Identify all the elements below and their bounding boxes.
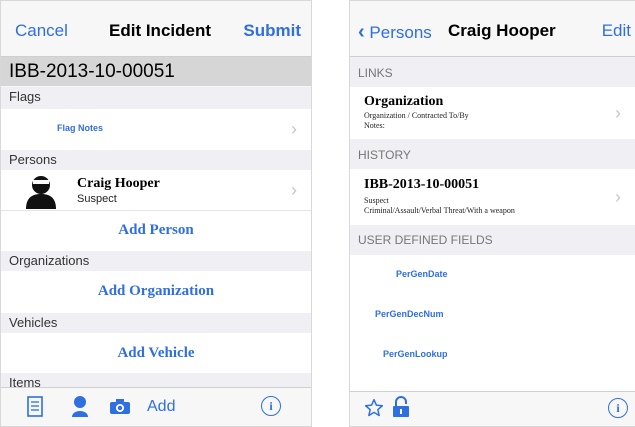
person-name: Craig Hooper: [77, 176, 160, 191]
person-icon[interactable]: [71, 395, 89, 422]
section-organizations: Organizations: [1, 251, 311, 271]
history-title: IBB-2013-10-00051: [364, 177, 480, 192]
add-person-button[interactable]: Add Person: [1, 222, 311, 239]
section-vehicles: Vehicles: [1, 313, 311, 333]
section-persons-label: Persons: [9, 152, 57, 167]
history-row[interactable]: IBB-2013-10-00051 Suspect Criminal/Assau…: [350, 169, 635, 225]
section-links: LINKS: [350, 57, 635, 87]
toolbar: i: [350, 391, 635, 426]
section-user-defined-fields: USER DEFINED FIELDS: [350, 225, 635, 255]
add-button[interactable]: Add: [147, 398, 175, 416]
star-icon[interactable]: [364, 398, 384, 423]
back-button[interactable]: ‹ Persons: [358, 21, 432, 44]
person-role: Suspect: [77, 193, 117, 205]
chevron-right-icon: ›: [291, 119, 297, 139]
person-detail-screen: ‹ Persons Craig Hooper Edit LINKS Organi…: [349, 0, 635, 427]
cancel-button[interactable]: Cancel: [15, 21, 68, 41]
section-flags: Flags: [1, 87, 311, 109]
nav-title: Edit Incident: [109, 21, 211, 40]
chevron-right-icon: ›: [615, 103, 621, 123]
flag-notes-link[interactable]: Flag Notes: [57, 123, 103, 133]
camera-icon[interactable]: [109, 398, 131, 420]
submit-button[interactable]: Submit: [243, 21, 301, 41]
history-line1: Suspect: [364, 196, 389, 205]
section-vehicles-label: Vehicles: [9, 315, 58, 330]
nav-bar: ‹ Persons Craig Hooper Edit: [350, 1, 635, 57]
info-icon[interactable]: i: [261, 396, 281, 416]
add-vehicle-row[interactable]: Add Vehicle: [1, 333, 311, 373]
chevron-right-icon: ›: [291, 180, 297, 200]
add-vehicle-button[interactable]: Add Vehicle: [1, 345, 311, 362]
organization-title: Organization: [364, 94, 444, 109]
toolbar: Add i: [1, 387, 311, 426]
section-udf-label: USER DEFINED FIELDS: [358, 233, 493, 247]
udf-list: PerGenDate PerGenDecNum PerGenLookup: [350, 255, 635, 405]
section-history-label: HISTORY: [358, 148, 411, 162]
incident-number-bar: IBB-2013-10-00051: [1, 57, 311, 86]
back-label: Persons: [369, 23, 432, 42]
chevron-right-icon: ›: [615, 187, 621, 207]
history-line2: Criminal/Assault/Verbal Threat/With a we…: [364, 206, 515, 215]
organization-line2: Notes:: [364, 121, 385, 130]
section-persons: Persons: [1, 150, 311, 170]
nav-bar: Cancel Edit Incident Submit: [1, 1, 311, 57]
flag-notes-row[interactable]: Flag Notes ›: [1, 109, 311, 150]
add-organization-row[interactable]: Add Organization: [1, 271, 311, 313]
document-icon[interactable]: [27, 396, 43, 422]
organization-row[interactable]: Organization Organization / Contracted T…: [350, 87, 635, 139]
section-history: HISTORY: [350, 139, 635, 169]
section-organizations-label: Organizations: [9, 253, 90, 268]
section-links-label: LINKS: [358, 66, 393, 80]
add-organization-button[interactable]: Add Organization: [1, 283, 311, 300]
nav-title: Craig Hooper: [448, 21, 556, 40]
person-row[interactable]: Craig Hooper Suspect ›: [1, 170, 311, 211]
incident-number: IBB-2013-10-00051: [9, 61, 175, 82]
udf-field-pergendate[interactable]: PerGenDate: [396, 269, 448, 279]
add-person-row[interactable]: Add Person: [1, 211, 311, 251]
info-icon[interactable]: i: [608, 398, 628, 418]
person-avatar-icon: [23, 173, 59, 209]
section-flags-label: Flags: [9, 89, 41, 104]
organization-line1: Organization / Contracted To/By: [364, 111, 469, 120]
udf-field-pergenlookup[interactable]: PerGenLookup: [383, 349, 448, 359]
chevron-left-icon: ‹: [358, 21, 365, 43]
edit-button[interactable]: Edit: [602, 21, 631, 41]
lock-icon[interactable]: [392, 396, 410, 423]
edit-incident-screen: Cancel Edit Incident Submit IBB-2013-10-…: [0, 0, 312, 427]
udf-field-pergendecnum[interactable]: PerGenDecNum: [375, 309, 444, 319]
